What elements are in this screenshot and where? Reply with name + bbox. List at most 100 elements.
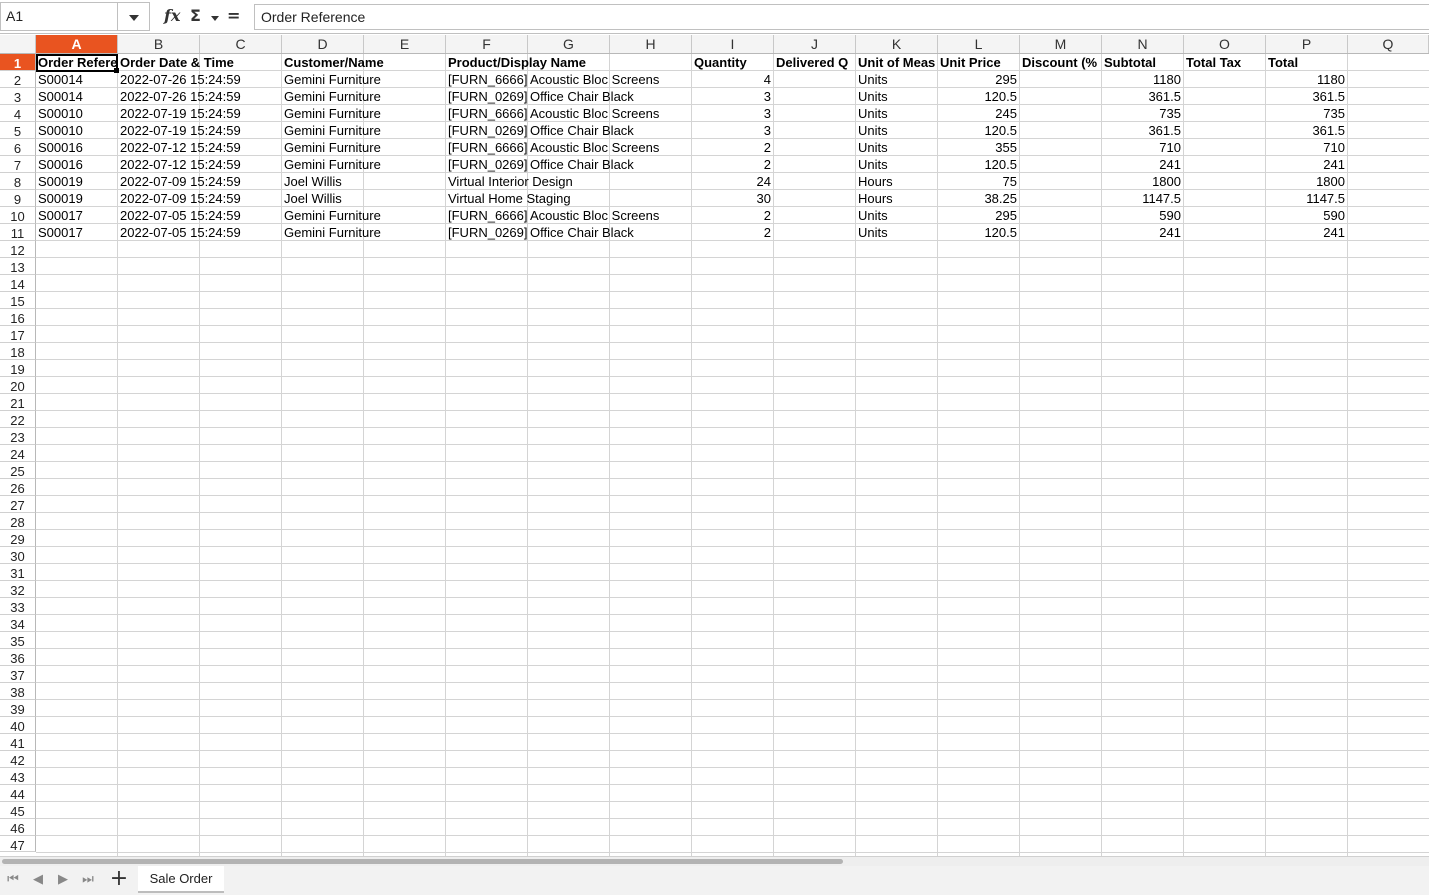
- cell-customer[interactable]: Gemini Furniture: [282, 207, 383, 224]
- cell-unit-of-measure[interactable]: Units: [856, 207, 890, 224]
- row-header-10[interactable]: 10: [0, 207, 36, 224]
- formula-input[interactable]: Order Reference: [254, 4, 1429, 30]
- cell-subtotal[interactable]: 1147.5: [1102, 190, 1183, 207]
- row-header-30[interactable]: 30: [0, 547, 36, 564]
- sum-icon[interactable]: Σ: [190, 6, 201, 25]
- column-header-j[interactable]: J: [774, 35, 856, 53]
- cell-product-name[interactable]: Office Chair Black: [528, 224, 636, 241]
- cell-quantity[interactable]: 2: [692, 224, 773, 241]
- cell-order-reference[interactable]: S00014: [36, 71, 85, 88]
- sum-dropdown-icon[interactable]: [211, 16, 219, 21]
- row-header-8[interactable]: 8: [0, 173, 36, 190]
- cell-unit-price[interactable]: 120.5: [938, 224, 1019, 241]
- cell-product-name[interactable]: Office Chair Black: [528, 156, 636, 173]
- cell-customer[interactable]: Gemini Furniture: [282, 224, 383, 241]
- function-wizard-icon[interactable]: fx: [164, 6, 180, 25]
- cell-subtotal[interactable]: 361.5: [1102, 122, 1183, 139]
- cell-unit-of-measure[interactable]: Units: [856, 105, 890, 122]
- row-header-5[interactable]: 5: [0, 122, 36, 139]
- sheet-tab-sale-order[interactable]: Sale Order: [138, 866, 224, 893]
- add-sheet-button[interactable]: +: [108, 868, 130, 891]
- column-header-f[interactable]: F: [446, 35, 528, 53]
- row-header-28[interactable]: 28: [0, 513, 36, 530]
- cell-product-name[interactable]: Acoustic Bloc Screens: [528, 105, 661, 122]
- header-cell-unit-price[interactable]: Unit Price: [938, 54, 1003, 71]
- column-header-c[interactable]: C: [200, 35, 282, 53]
- cell-customer[interactable]: Gemini Furniture: [282, 156, 383, 173]
- row-header-17[interactable]: 17: [0, 326, 36, 343]
- row-header-12[interactable]: 12: [0, 241, 36, 258]
- cell-order-date[interactable]: 2022-07-26 15:24:59: [118, 71, 243, 88]
- last-sheet-icon[interactable]: ⏭: [81, 872, 95, 888]
- cell-customer[interactable]: Gemini Furniture: [282, 71, 383, 88]
- row-header-21[interactable]: 21: [0, 394, 36, 411]
- header-cell-discount[interactable]: Discount (%: [1020, 54, 1101, 71]
- row-header-27[interactable]: 27: [0, 496, 36, 513]
- row-header-1[interactable]: 1: [0, 54, 36, 71]
- cell-product-name[interactable]: Virtual Interior Design: [446, 173, 575, 190]
- row-header-42[interactable]: 42: [0, 751, 36, 768]
- cell-customer[interactable]: Joel Willis: [282, 190, 344, 207]
- cell-subtotal[interactable]: 1800: [1102, 173, 1183, 190]
- cell-quantity[interactable]: 2: [692, 156, 773, 173]
- cell-unit-price[interactable]: 120.5: [938, 88, 1019, 105]
- row-header-26[interactable]: 26: [0, 479, 36, 496]
- cell-order-reference[interactable]: S00016: [36, 156, 85, 173]
- cell-subtotal[interactable]: 590: [1102, 207, 1183, 224]
- row-header-32[interactable]: 32: [0, 581, 36, 598]
- cell-order-reference[interactable]: S00016: [36, 139, 85, 156]
- cell-total[interactable]: 241: [1266, 156, 1347, 173]
- row-header-3[interactable]: 3: [0, 88, 36, 105]
- cell-product-code[interactable]: [FURN_0269]: [446, 88, 529, 105]
- cell-unit-of-measure[interactable]: Units: [856, 224, 890, 241]
- cell-quantity[interactable]: 30: [692, 190, 773, 207]
- cell-unit-price[interactable]: 75: [938, 173, 1019, 190]
- cell-product-name[interactable]: Acoustic Bloc Screens: [528, 71, 661, 88]
- cell-unit-of-measure[interactable]: Units: [856, 122, 890, 139]
- cell-product-code[interactable]: [FURN_6666]: [446, 207, 529, 224]
- cell-unit-of-measure[interactable]: Units: [856, 156, 890, 173]
- row-header-16[interactable]: 16: [0, 309, 36, 326]
- row-header-15[interactable]: 15: [0, 292, 36, 309]
- next-sheet-icon[interactable]: ▶: [56, 872, 70, 888]
- scrollbar-thumb[interactable]: [2, 859, 843, 864]
- row-header-44[interactable]: 44: [0, 785, 36, 802]
- row-header-40[interactable]: 40: [0, 717, 36, 734]
- cell-order-reference[interactable]: S00019: [36, 190, 85, 207]
- cell-order-date[interactable]: 2022-07-19 15:24:59: [118, 122, 243, 139]
- row-header-39[interactable]: 39: [0, 700, 36, 717]
- cell-subtotal[interactable]: 735: [1102, 105, 1183, 122]
- row-header-43[interactable]: 43: [0, 768, 36, 785]
- row-header-11[interactable]: 11: [0, 224, 36, 241]
- cell-customer[interactable]: Gemini Furniture: [282, 139, 383, 156]
- column-header-p[interactable]: P: [1266, 35, 1348, 53]
- cell-product-name[interactable]: Acoustic Bloc Screens: [528, 139, 661, 156]
- cell-order-reference[interactable]: S00014: [36, 88, 85, 105]
- cell-order-reference[interactable]: S00017: [36, 207, 85, 224]
- cell-product-code[interactable]: [FURN_0269]: [446, 156, 529, 173]
- cell-order-date[interactable]: 2022-07-09 15:24:59: [118, 173, 243, 190]
- column-header-d[interactable]: D: [282, 35, 364, 53]
- horizontal-scrollbar[interactable]: [0, 856, 1429, 866]
- cell-quantity[interactable]: 3: [692, 122, 773, 139]
- header-cell-total[interactable]: Total: [1266, 54, 1300, 71]
- cell-quantity[interactable]: 3: [692, 88, 773, 105]
- cell-quantity[interactable]: 2: [692, 207, 773, 224]
- column-header-m[interactable]: M: [1020, 35, 1102, 53]
- cell-unit-price[interactable]: 295: [938, 71, 1019, 88]
- row-header-2[interactable]: 2: [0, 71, 36, 88]
- cell-total[interactable]: 1800: [1266, 173, 1347, 190]
- row-header-38[interactable]: 38: [0, 683, 36, 700]
- header-cell-quantity[interactable]: Quantity: [692, 54, 773, 71]
- column-header-k[interactable]: K: [856, 35, 938, 53]
- row-header-34[interactable]: 34: [0, 615, 36, 632]
- cell-product-name[interactable]: Virtual Home Staging: [446, 190, 573, 207]
- row-header-6[interactable]: 6: [0, 139, 36, 156]
- cell-total[interactable]: 361.5: [1266, 88, 1347, 105]
- cell-total[interactable]: 735: [1266, 105, 1347, 122]
- row-header-25[interactable]: 25: [0, 462, 36, 479]
- cell-unit-price[interactable]: 245: [938, 105, 1019, 122]
- cell-total[interactable]: 710: [1266, 139, 1347, 156]
- cell-unit-of-measure[interactable]: Hours: [856, 173, 895, 190]
- cell-order-date[interactable]: 2022-07-26 15:24:59: [118, 88, 243, 105]
